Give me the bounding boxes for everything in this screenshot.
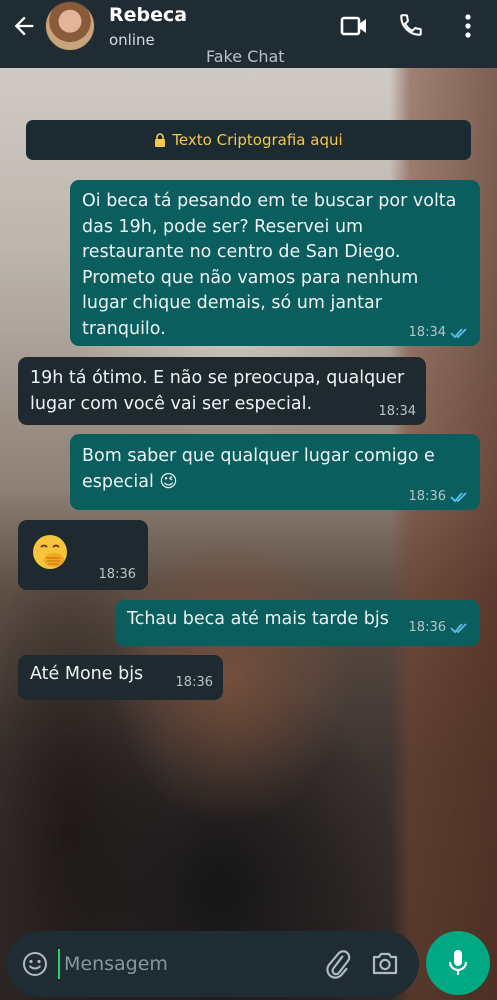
message-time: 18:36: [408, 489, 446, 504]
double-check-read-icon: [450, 623, 467, 634]
message-meta: 18:34: [379, 405, 416, 419]
contact-status: online: [109, 31, 155, 49]
incoming-message[interactable]: 19h tá ótimo. E não se preocupa, qualque…: [18, 357, 426, 425]
camera-icon[interactable]: [371, 950, 399, 976]
phone-icon[interactable]: [398, 12, 424, 38]
microphone-icon: [448, 950, 468, 975]
outgoing-message[interactable]: Oi beca tá pesando em te buscar por volt…: [70, 180, 480, 346]
message-meta: 18:34: [409, 326, 470, 340]
avatar[interactable]: [45, 1, 95, 51]
message-text: Bom saber que qualquer lugar comigo e es…: [82, 446, 435, 492]
video-call-icon[interactable]: [340, 13, 368, 39]
outgoing-message[interactable]: Tchau beca até mais tarde bjs 18:36: [115, 600, 480, 646]
attach-icon[interactable]: [324, 949, 352, 979]
encryption-notice[interactable]: Texto Criptografia aqui: [26, 120, 471, 160]
message-meta: 18:36: [176, 676, 213, 690]
message-time: 18:36: [175, 675, 213, 690]
message-meta: 18:36: [409, 621, 470, 635]
message-text: Oi beca tá pesando em te buscar por volt…: [82, 191, 457, 339]
message-meta: 18:36: [409, 490, 470, 504]
message-time: 18:34: [408, 325, 446, 340]
message-time: 18:34: [378, 404, 416, 419]
message-time: 18:36: [408, 620, 446, 635]
double-check-read-icon: [450, 492, 467, 503]
emoji-icon[interactable]: [22, 951, 48, 977]
lock-icon: [155, 133, 166, 147]
watermark: Fake Chat: [206, 47, 285, 66]
outgoing-message[interactable]: Bom saber que qualquer lugar comigo e es…: [70, 434, 480, 510]
message-meta: 18:36: [99, 568, 136, 582]
message-time: 18:36: [98, 567, 136, 582]
incoming-message[interactable]: Até Mone bjs 18:36: [18, 655, 223, 700]
microphone-button[interactable]: [426, 931, 490, 995]
hand-over-mouth-emoji-icon: [33, 535, 67, 569]
incoming-message[interactable]: 🤭 18:36: [18, 520, 148, 590]
double-check-read-icon: [450, 328, 467, 339]
message-input[interactable]: [58, 943, 308, 985]
encryption-notice-text: Texto Criptografia aqui: [172, 131, 343, 149]
message-text: 19h tá ótimo. E não se preocupa, qualque…: [30, 368, 405, 414]
chat-header: Rebeca online Fake Chat: [0, 0, 497, 68]
back-arrow-icon[interactable]: [10, 12, 38, 40]
contact-name[interactable]: Rebeca: [109, 4, 187, 26]
more-options-icon[interactable]: [459, 12, 477, 40]
message-composer: [6, 931, 419, 997]
